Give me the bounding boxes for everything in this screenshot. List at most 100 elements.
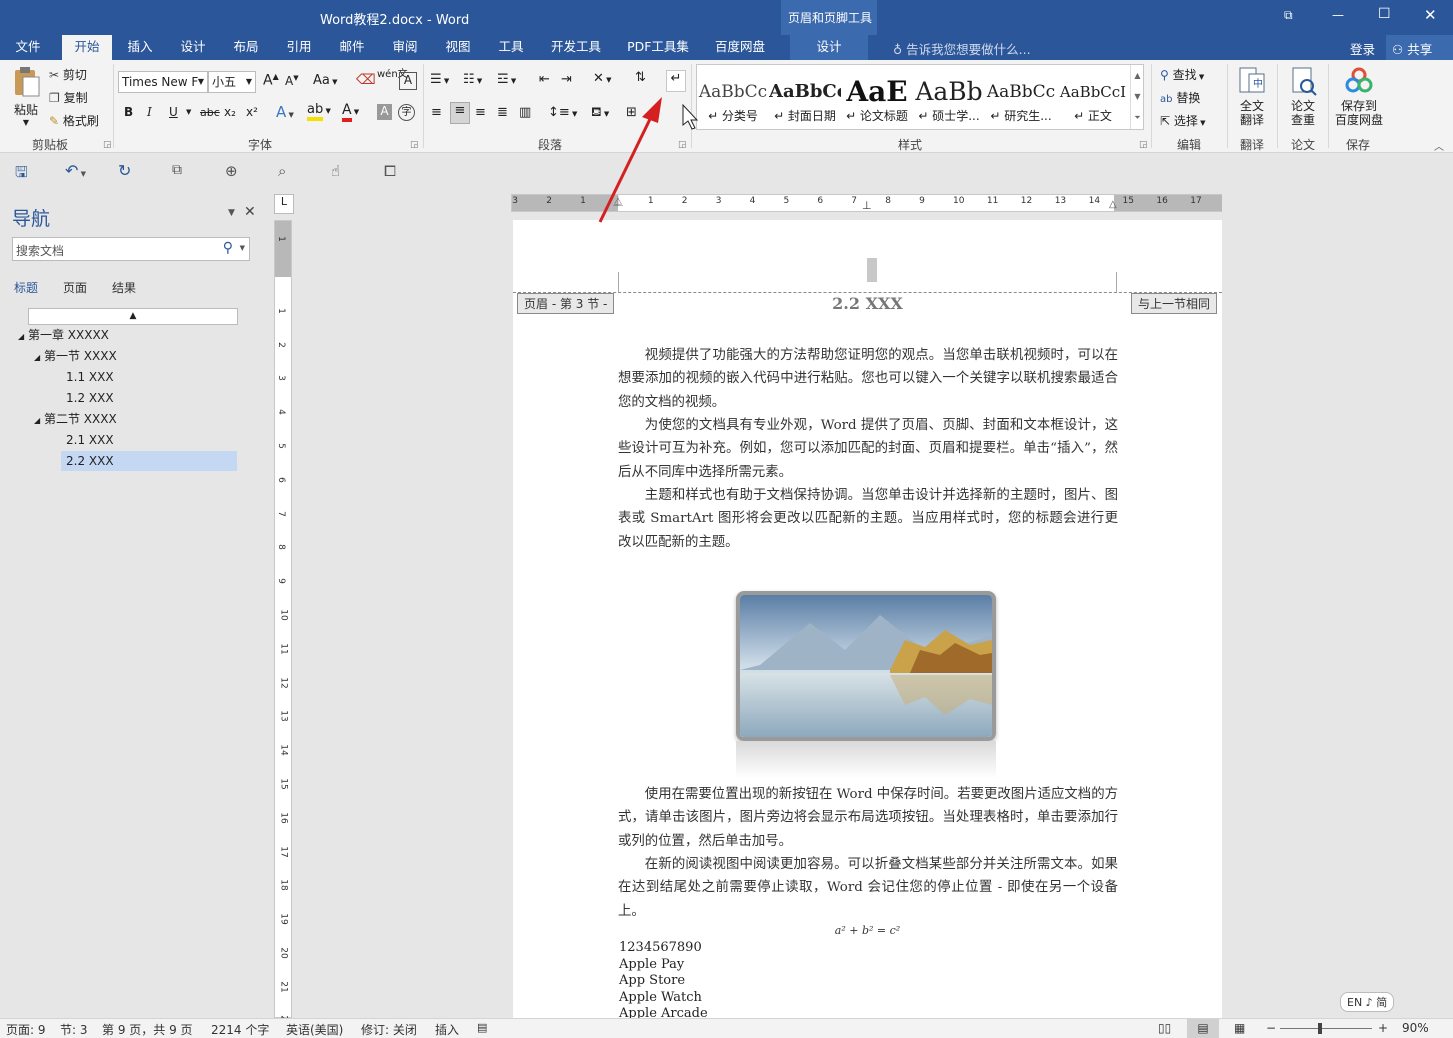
tell-me-box[interactable]: ♁ 告诉我您想要做什么... bbox=[893, 39, 1031, 58]
zoom-slider-thumb[interactable] bbox=[1318, 1023, 1322, 1034]
zoom-slider[interactable] bbox=[1280, 1028, 1372, 1029]
web-layout-icon[interactable]: ⊕ bbox=[225, 162, 238, 180]
decrease-indent-button[interactable]: ⇤ bbox=[539, 72, 550, 87]
minimize-button[interactable]: — bbox=[1332, 8, 1344, 22]
bullets-button[interactable]: ☰ ▼ bbox=[430, 72, 449, 87]
replace-button[interactable]: ab 替换 bbox=[1160, 89, 1200, 106]
italic-button[interactable]: I bbox=[147, 105, 152, 119]
status-word-count[interactable]: 2214 个字 bbox=[211, 1021, 269, 1038]
show-hide-marks-button[interactable]: ↵ bbox=[666, 70, 686, 92]
ime-indicator[interactable]: EN ♪ 简 bbox=[1340, 992, 1395, 1012]
tab-headings[interactable]: 标题 bbox=[14, 279, 38, 296]
collapse-ribbon-icon[interactable]: ︿ bbox=[1434, 138, 1444, 153]
text-line[interactable]: Apple Pay bbox=[619, 957, 684, 974]
equation[interactable]: a² + b² = c² bbox=[513, 924, 1222, 937]
expand-triangle-icon[interactable]: ◢ bbox=[34, 353, 40, 362]
tab-developer[interactable]: 开发工具 bbox=[544, 35, 608, 60]
distribute-button[interactable]: ▥ bbox=[519, 105, 531, 120]
cut-button[interactable]: ✂ 剪切 bbox=[49, 66, 87, 83]
align-center-button[interactable]: ≡ bbox=[450, 102, 470, 124]
tree-item[interactable]: ◢ 第二节 XXXX bbox=[34, 409, 117, 429]
zoom-in-icon[interactable]: + bbox=[1378, 1021, 1388, 1035]
line-spacing-button[interactable]: ↕≡ ▼ bbox=[548, 105, 577, 120]
header-heading[interactable]: 2.2 XXX bbox=[513, 294, 1222, 313]
save-icon[interactable]: 🖫 bbox=[15, 162, 28, 187]
style-item[interactable]: AaBbCc ↵ 分类号 bbox=[697, 73, 769, 131]
text-line[interactable]: Apple Watch bbox=[619, 990, 702, 1007]
text-line[interactable]: Apple Arcade bbox=[619, 1006, 708, 1018]
format-painter-button[interactable]: ✎ 格式刷 bbox=[49, 112, 99, 129]
find-button[interactable]: ⚲ 查找 ▼ bbox=[1160, 66, 1204, 83]
restore-ribbon-button[interactable]: ⧉ bbox=[1284, 8, 1293, 23]
zoom-out-icon[interactable]: − bbox=[1266, 1021, 1276, 1035]
tree-item[interactable]: ◢ 第一节 XXXX bbox=[34, 346, 117, 366]
status-page[interactable]: 页面: 9 bbox=[6, 1021, 46, 1038]
font-size-dropdown[interactable]: 小五 ▼ bbox=[208, 71, 256, 93]
body-paragraph[interactable]: 在新的阅读视图中阅读更加容易。可以折叠文档某些部分并关注所需文本。如果在达到结尾… bbox=[618, 853, 1118, 923]
read-mode-icon[interactable]: ⧉ bbox=[172, 162, 182, 178]
search-icon[interactable]: ⚲ bbox=[223, 240, 233, 256]
tab-view[interactable]: 视图 bbox=[436, 35, 480, 60]
tab-selector[interactable]: L bbox=[274, 194, 294, 214]
tab-review[interactable]: 审阅 bbox=[383, 35, 427, 60]
tab-pdf-tools[interactable]: PDF工具集 bbox=[622, 35, 694, 60]
right-indent-icon[interactable]: △ bbox=[1109, 199, 1117, 210]
print-layout-view-icon[interactable]: ▤ bbox=[1187, 1019, 1219, 1038]
chinese-layout-button[interactable]: ✕ ▼ bbox=[593, 71, 612, 86]
strikethrough-button[interactable]: abc bbox=[200, 106, 220, 119]
tab-references[interactable]: 引用 bbox=[277, 35, 321, 60]
dialog-launcher-icon[interactable]: ◲ bbox=[103, 140, 112, 150]
tree-item[interactable]: 1.2 XXX bbox=[66, 388, 114, 408]
numbering-button[interactable]: ☷ ▼ bbox=[463, 72, 482, 87]
center-tab-icon[interactable]: ⊥ bbox=[862, 199, 872, 212]
vertical-ruler[interactable]: 112345678910111213141516171819202122 bbox=[274, 220, 292, 1026]
style-item[interactable]: AaBb ↵ 硕士学... bbox=[913, 73, 985, 131]
highlight-button[interactable]: ab ▼ bbox=[307, 102, 331, 121]
grow-font-button[interactable]: A▲ bbox=[263, 72, 279, 89]
share-button[interactable]: ⚇ 共享 bbox=[1386, 35, 1453, 60]
chevron-down-icon[interactable]: ▼ bbox=[186, 108, 191, 116]
body-paragraph[interactable]: 使用在需要位置出现的新按钮在 Word 中保存时间。若要更改图片适应文档的方式，… bbox=[618, 783, 1118, 853]
tab-pages[interactable]: 页面 bbox=[63, 279, 87, 296]
tab-baidu-pan[interactable]: 百度网盘 bbox=[708, 35, 772, 60]
chevron-down-icon[interactable]: ▼ bbox=[240, 244, 245, 252]
status-insert-mode[interactable]: 插入 bbox=[435, 1021, 459, 1038]
expand-triangle-icon[interactable]: ◢ bbox=[34, 416, 40, 425]
superscript-button[interactable]: x² bbox=[246, 105, 258, 119]
text-line[interactable]: App Store bbox=[619, 973, 685, 990]
style-item[interactable]: AaBbCc ↵ 研究生... bbox=[985, 73, 1057, 131]
tab-tools[interactable]: 工具 bbox=[489, 35, 533, 60]
tab-insert[interactable]: 插入 bbox=[118, 35, 162, 60]
dialog-launcher-icon[interactable]: ◲ bbox=[410, 140, 419, 150]
tree-item-selected[interactable]: 2.2 XXX bbox=[61, 451, 237, 471]
text-line[interactable]: 1234567890 bbox=[619, 940, 702, 957]
print-preview-icon[interactable]: ⌕ bbox=[278, 162, 286, 180]
tree-item[interactable]: 1.1 XXX bbox=[66, 367, 114, 387]
status-track-changes[interactable]: 修订: 关闭 bbox=[361, 1021, 417, 1038]
tab-results[interactable]: 结果 bbox=[112, 279, 136, 296]
change-case-button[interactable]: Aa ▼ bbox=[313, 73, 337, 88]
tab-layout[interactable]: 布局 bbox=[224, 35, 268, 60]
lake-photo[interactable] bbox=[736, 591, 996, 741]
read-mode-view-icon[interactable]: ▯▯ bbox=[1158, 1021, 1171, 1035]
text-effect-button[interactable]: A ▼ bbox=[276, 103, 294, 121]
tree-item[interactable]: ◢ 第一章 XXXXX bbox=[18, 325, 109, 345]
body-paragraph[interactable]: 视频提供了功能强大的方法帮助您证明您的观点。当您单击联机视频时，可以在想要添加的… bbox=[618, 344, 1118, 414]
underline-button[interactable]: U bbox=[169, 105, 178, 119]
search-input[interactable]: 搜索文档 ⚲ ▼ bbox=[12, 237, 250, 261]
copy-button[interactable]: ❐ 复制 bbox=[49, 89, 88, 106]
dialog-launcher-icon[interactable]: ◲ bbox=[1139, 140, 1148, 150]
zoom-level[interactable]: 90% bbox=[1402, 1021, 1429, 1035]
expand-triangle-icon[interactable]: ◢ bbox=[18, 332, 24, 341]
tab-file[interactable]: 文件 bbox=[6, 35, 50, 60]
subscript-button[interactable]: x₂ bbox=[224, 105, 236, 119]
paper-check-button[interactable]: 论文 查重 bbox=[1285, 66, 1321, 127]
close-button[interactable]: ✕ bbox=[1424, 6, 1437, 24]
tab-header-footer-design[interactable]: 设计 bbox=[790, 35, 868, 60]
font-color-button[interactable]: A ▼ bbox=[342, 102, 359, 122]
customize-icon[interactable]: ⧠ bbox=[384, 162, 396, 180]
align-left-button[interactable]: ≡ bbox=[431, 105, 442, 120]
clear-format-icon[interactable]: ⌫ bbox=[356, 72, 376, 88]
chevron-down-icon[interactable]: ▼ bbox=[228, 208, 235, 218]
style-item[interactable]: AaBbCc ↵ 封面日期 bbox=[769, 73, 841, 131]
